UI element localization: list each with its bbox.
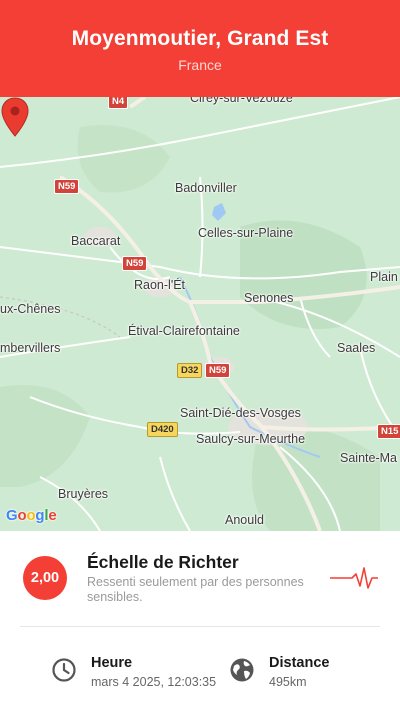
place-label: Anould bbox=[225, 513, 264, 527]
place-label: Celles-sur-Plaine bbox=[198, 226, 294, 240]
scale-description: Ressenti seulement par des personnes sen… bbox=[87, 575, 304, 604]
time-label: Heure bbox=[91, 655, 133, 671]
seismograph-icon bbox=[330, 567, 378, 589]
place-label: Bruyères bbox=[58, 487, 109, 501]
road-shield: N59 bbox=[54, 179, 80, 194]
clock-icon bbox=[52, 658, 76, 682]
road-shield: N15 bbox=[377, 424, 400, 439]
road-shield: D32 bbox=[177, 363, 203, 378]
google-logo: Google bbox=[6, 507, 57, 524]
place-label: Plain bbox=[370, 270, 398, 284]
place-label: Sainte-Ma bbox=[340, 451, 397, 465]
map-view[interactable]: Cirey-sur-Vezouze Badonviller Baccarat C… bbox=[0, 97, 400, 531]
place-label: Saales bbox=[337, 341, 376, 355]
magnitude-badge: 2,00 bbox=[23, 556, 67, 600]
place-label: Cirey-sur-Vezouze bbox=[190, 97, 293, 105]
place-label: ux-Chênes bbox=[0, 302, 61, 316]
road-shield: N59 bbox=[122, 256, 148, 271]
place-label: Baccarat bbox=[71, 234, 121, 248]
place-label: mbervillers bbox=[0, 341, 61, 355]
globe-icon bbox=[230, 658, 254, 682]
location-pin-icon[interactable] bbox=[0, 97, 30, 137]
place-label: Raon-l'Ét bbox=[134, 278, 186, 292]
scale-title: Échelle de Richter bbox=[87, 552, 239, 572]
place-label: Senones bbox=[244, 291, 294, 305]
distance-value: 495km bbox=[269, 675, 307, 689]
location-country: France bbox=[178, 57, 222, 73]
road-shield: N4 bbox=[108, 97, 129, 109]
magnitude-section: 2,00 Échelle de Richter Ressenti seuleme… bbox=[0, 531, 400, 626]
place-label: Étival-Clairefontaine bbox=[128, 324, 240, 338]
location-title: Moyenmoutier, Grand Est bbox=[71, 27, 329, 50]
road-shield: N59 bbox=[205, 363, 231, 378]
time-value: mars 4 2025, 12:03:35 bbox=[91, 675, 217, 689]
distance-label: Distance bbox=[269, 655, 330, 671]
place-label: Saint-Dié-des-Vosges bbox=[180, 406, 301, 420]
divider bbox=[20, 626, 380, 627]
place-label: Badonviller bbox=[175, 181, 237, 195]
header-bar: Moyenmoutier, Grand Est France bbox=[0, 0, 400, 97]
road-shield: D420 bbox=[147, 422, 178, 437]
place-label: Saulcy-sur-Meurthe bbox=[196, 432, 306, 446]
